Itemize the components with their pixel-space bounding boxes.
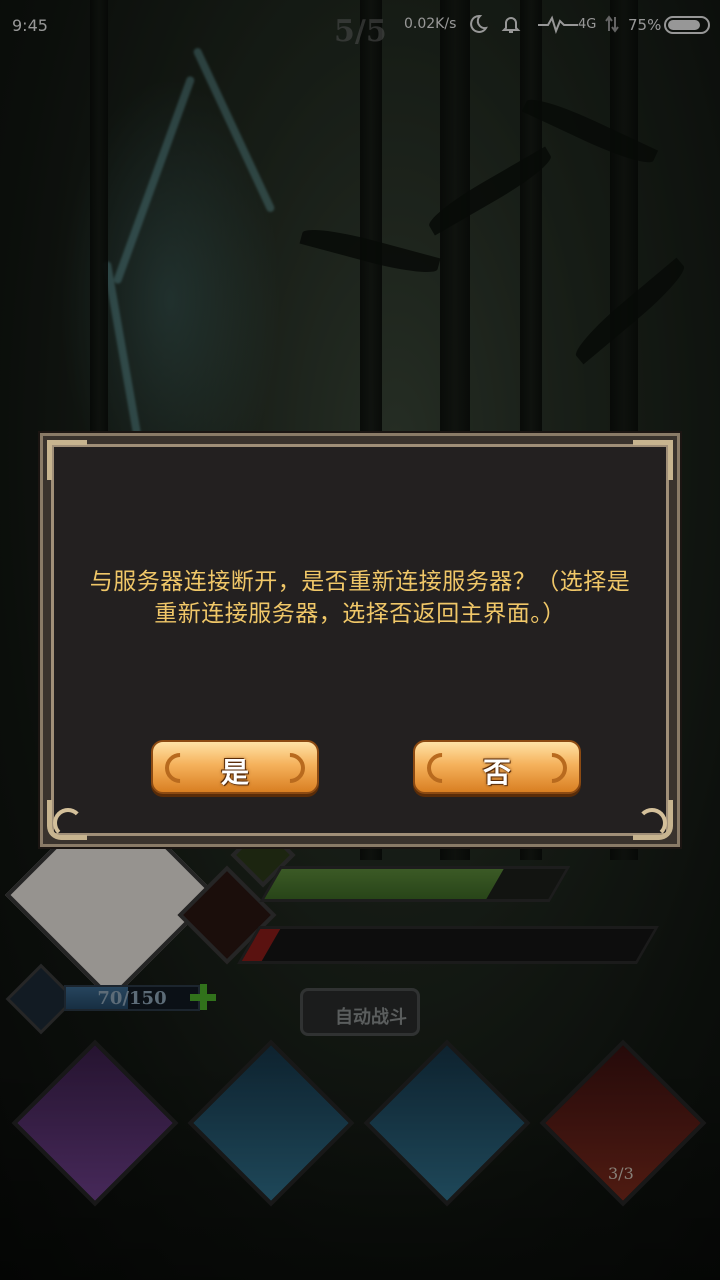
frame-corner <box>633 440 673 480</box>
reconnect-dialog: 与服务器连接断开，是否重新连接服务器？（选择是重新连接服务器，选择否返回主界面。… <box>40 433 680 847</box>
yes-button[interactable]: 是 <box>151 740 319 794</box>
frame-corner <box>47 440 87 480</box>
frame-curl-ornament <box>53 808 83 838</box>
frame-curl-ornament <box>637 808 667 838</box>
dialog-message: 与服务器连接断开，是否重新连接服务器？（选择是重新连接服务器，选择否返回主界面。… <box>89 569 631 627</box>
yes-button-label: 是 <box>220 756 249 789</box>
no-button-label: 否 <box>482 756 511 789</box>
no-button[interactable]: 否 <box>413 740 581 794</box>
